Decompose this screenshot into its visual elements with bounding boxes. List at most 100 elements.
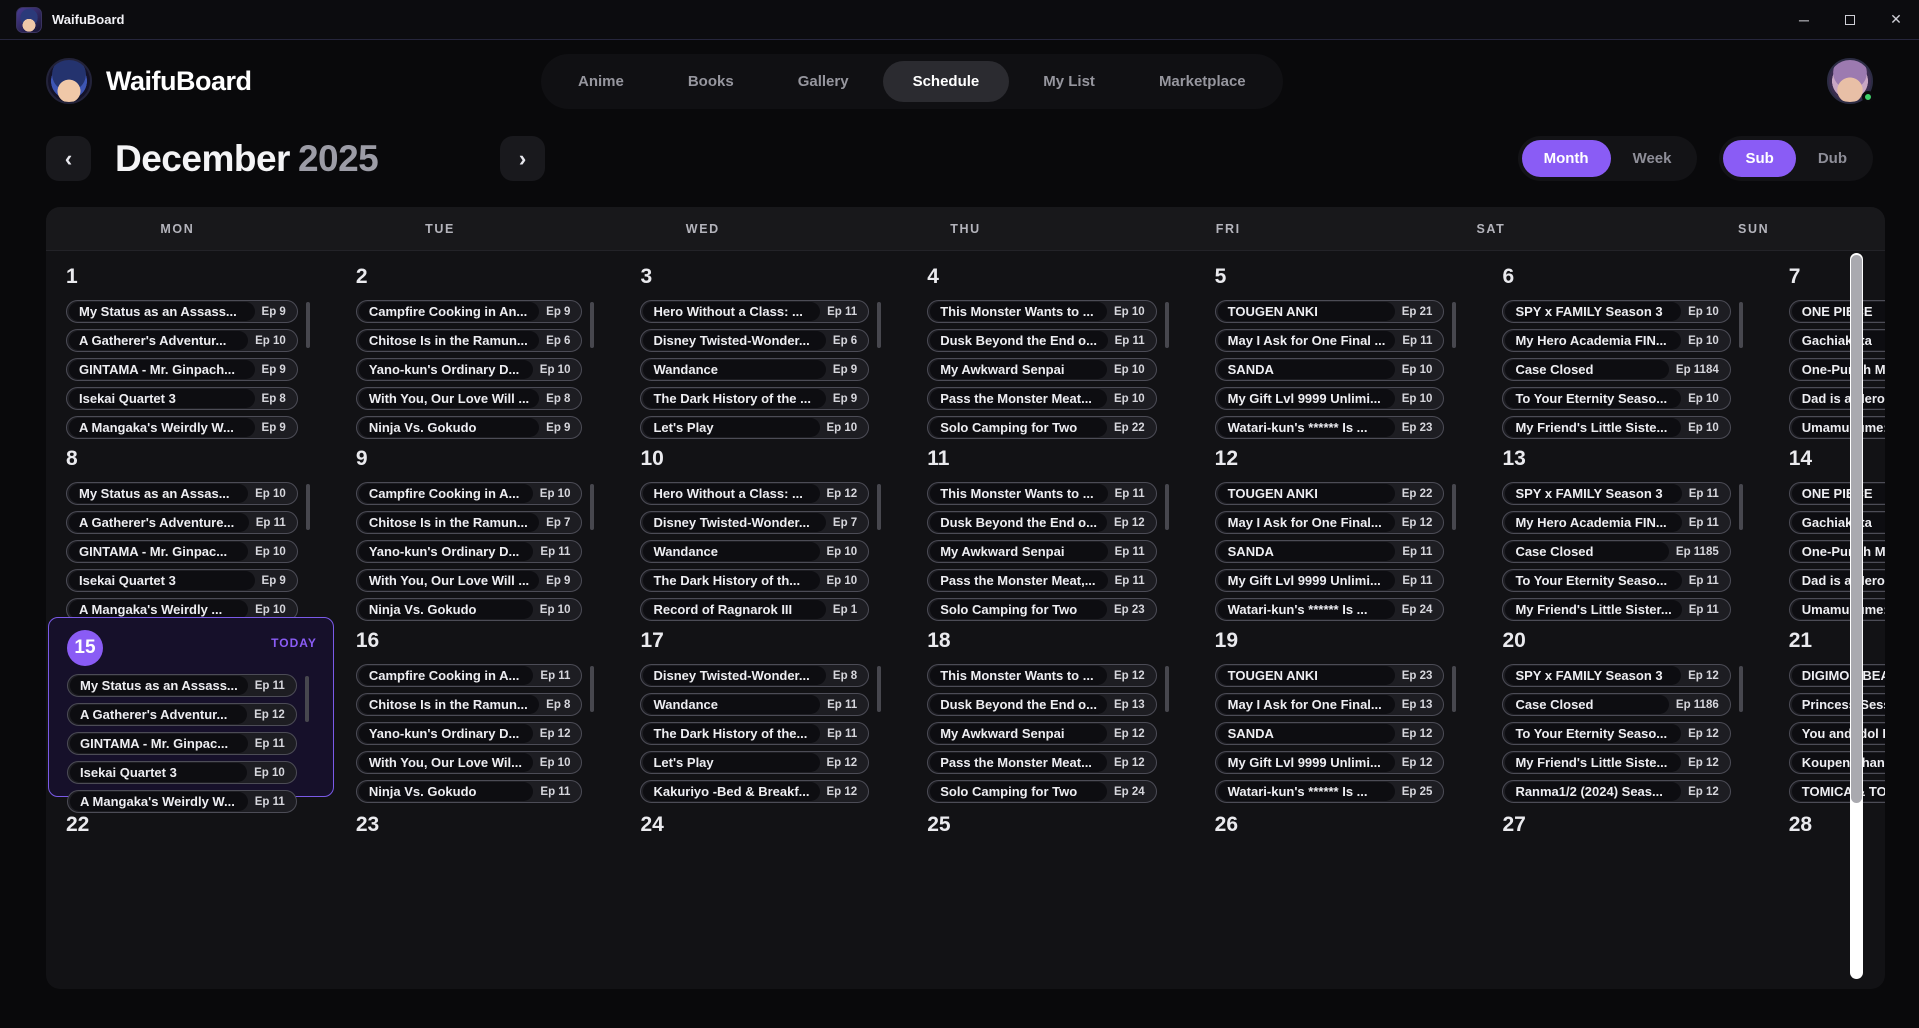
show-chip[interactable]: Case Closed Ep 1186	[1502, 693, 1730, 716]
show-chip[interactable]: Pass the Monster Meat... Ep 10	[927, 387, 1156, 410]
day-list-scrollbar[interactable]	[306, 484, 310, 530]
show-chip[interactable]: DIGIMON BEATBREAK Ep 12	[1789, 664, 1885, 687]
show-chip[interactable]: This Monster Wants to ... Ep 11	[927, 482, 1156, 505]
show-chip[interactable]: My Gift Lvl 9999 Unlimi... Ep 11	[1215, 569, 1445, 592]
show-chip[interactable]: My Awkward Senpai Ep 10	[927, 358, 1156, 381]
day-list-scrollbar[interactable]	[1739, 666, 1743, 712]
show-chip[interactable]: With You, Our Love Will ... Ep 9	[356, 569, 583, 592]
show-chip[interactable]: Hero Without a Class: ... Ep 11	[640, 300, 869, 323]
show-chip[interactable]: ONE PIECE Ep 1152	[1789, 300, 1885, 323]
view-week-button[interactable]: Week	[1611, 140, 1694, 177]
show-chip[interactable]: Yano-kun's Ordinary D... Ep 10	[356, 358, 583, 381]
calendar-scrollbar-thumb[interactable]	[1851, 255, 1862, 803]
show-chip[interactable]: Wandance Ep 10	[640, 540, 869, 563]
show-chip[interactable]: Isekai Quartet 3 Ep 8	[66, 387, 298, 410]
show-chip[interactable]: Case Closed Ep 1185	[1502, 540, 1730, 563]
day-list-scrollbar[interactable]	[1165, 302, 1169, 348]
show-chip[interactable]: May I Ask for One Final... Ep 12	[1215, 511, 1445, 534]
day-list-scrollbar[interactable]	[590, 484, 594, 530]
day-list-scrollbar[interactable]	[590, 302, 594, 348]
show-chip[interactable]: A Gatherer's Adventur... Ep 12	[67, 703, 297, 726]
show-chip[interactable]: One-Punch Man Seaso... Ep 10	[1789, 540, 1885, 563]
show-chip[interactable]: Pass the Monster Meat... Ep 12	[927, 751, 1156, 774]
show-chip[interactable]: This Monster Wants to ... Ep 12	[927, 664, 1156, 687]
show-chip[interactable]: Chitose Is in the Ramun... Ep 7	[356, 511, 583, 534]
show-chip[interactable]: TOUGEN ANKI Ep 21	[1215, 300, 1445, 323]
show-chip[interactable]: To Your Eternity Seaso... Ep 11	[1502, 569, 1730, 592]
show-chip[interactable]: Wandance Ep 11	[640, 693, 869, 716]
calendar-scrollbar[interactable]	[1850, 253, 1863, 979]
show-chip[interactable]: Wandance Ep 9	[640, 358, 869, 381]
show-chip[interactable]: With You, Our Love Will ... Ep 8	[356, 387, 583, 410]
show-chip[interactable]: My Status as an Assass... Ep 9	[66, 300, 298, 323]
view-month-button[interactable]: Month	[1522, 140, 1611, 177]
maximize-button[interactable]	[1827, 0, 1873, 40]
show-chip[interactable]: My Status as an Assas... Ep 10	[66, 482, 298, 505]
show-chip[interactable]: Pass the Monster Meat,... Ep 11	[927, 569, 1156, 592]
show-chip[interactable]: Isekai Quartet 3 Ep 10	[67, 761, 297, 784]
show-chip[interactable]: My Hero Academia FIN... Ep 11	[1502, 511, 1730, 534]
show-chip[interactable]: Chitose Is in the Ramun... Ep 6	[356, 329, 583, 352]
show-chip[interactable]: My Hero Academia FIN... Ep 10	[1502, 329, 1730, 352]
show-chip[interactable]: TOUGEN ANKI Ep 23	[1215, 664, 1445, 687]
show-chip[interactable]: SANDA Ep 12	[1215, 722, 1445, 745]
tab-books[interactable]: Books	[658, 61, 764, 102]
show-chip[interactable]: You and Idol Precure ♪ Ep 45	[1789, 722, 1885, 745]
show-chip[interactable]: The Dark History of the... Ep 11	[640, 722, 869, 745]
show-chip[interactable]: Case Closed Ep 1184	[1502, 358, 1730, 381]
show-chip[interactable]: This Monster Wants to ... Ep 10	[927, 300, 1156, 323]
show-chip[interactable]: Isekai Quartet 3 Ep 9	[66, 569, 298, 592]
day-list-scrollbar[interactable]	[1452, 484, 1456, 530]
show-chip[interactable]: My Status as an Assass... Ep 11	[67, 674, 297, 697]
day-list-scrollbar[interactable]	[1739, 484, 1743, 530]
show-chip[interactable]: To Your Eternity Seaso... Ep 12	[1502, 722, 1730, 745]
show-chip[interactable]: Campfire Cooking in An... Ep 9	[356, 300, 583, 323]
show-chip[interactable]: With You, Our Love Wil... Ep 10	[356, 751, 583, 774]
show-chip[interactable]: Dad is a Hero, Mom is ... Ep 10	[1789, 387, 1885, 410]
day-list-scrollbar[interactable]	[877, 666, 881, 712]
show-chip[interactable]: One-Punch Man Seaso... Ep 9	[1789, 358, 1885, 381]
show-chip[interactable]: May I Ask for One Final... Ep 13	[1215, 693, 1445, 716]
show-chip[interactable]: A Gatherer's Adventure... Ep 11	[66, 511, 298, 534]
day-list-scrollbar[interactable]	[877, 302, 881, 348]
show-chip[interactable]: Dusk Beyond the End o... Ep 13	[927, 693, 1156, 716]
day-list-scrollbar[interactable]	[590, 666, 594, 712]
show-chip[interactable]: GINTAMA - Mr. Ginpac... Ep 11	[67, 732, 297, 755]
day-list-scrollbar[interactable]	[1452, 302, 1456, 348]
show-chip[interactable]: GINTAMA - Mr. Ginpach... Ep 9	[66, 358, 298, 381]
tab-marketplace[interactable]: Marketplace	[1129, 61, 1276, 102]
day-list-scrollbar[interactable]	[1452, 666, 1456, 712]
show-chip[interactable]: SANDA Ep 11	[1215, 540, 1445, 563]
show-chip[interactable]: My Gift Lvl 9999 Unlimi... Ep 10	[1215, 387, 1445, 410]
show-chip[interactable]: Dusk Beyond the End o... Ep 12	[927, 511, 1156, 534]
audio-sub-button[interactable]: Sub	[1723, 140, 1795, 177]
tab-my-list[interactable]: My List	[1013, 61, 1125, 102]
show-chip[interactable]: The Dark History of the ... Ep 9	[640, 387, 869, 410]
minimize-button[interactable]: ─	[1781, 0, 1827, 40]
day-list-scrollbar[interactable]	[305, 676, 309, 722]
show-chip[interactable]: My Gift Lvl 9999 Unlimi... Ep 12	[1215, 751, 1445, 774]
day-list-scrollbar[interactable]	[1165, 484, 1169, 530]
show-chip[interactable]: SPY x FAMILY Season 3 Ep 10	[1502, 300, 1730, 323]
day-list-scrollbar[interactable]	[1165, 666, 1169, 712]
show-chip[interactable]: GINTAMA - Mr. Ginpac... Ep 10	[66, 540, 298, 563]
tab-schedule[interactable]: Schedule	[883, 61, 1010, 102]
show-chip[interactable]: My Awkward Senpai Ep 11	[927, 540, 1156, 563]
show-chip[interactable]: My Awkward Senpai Ep 12	[927, 722, 1156, 745]
audio-dub-button[interactable]: Dub	[1796, 140, 1869, 177]
show-chip[interactable]: Dad is a Hero, Mom is a... Ep 11	[1789, 569, 1885, 592]
show-chip[interactable]: My Friend's Little Siste... Ep 12	[1502, 751, 1730, 774]
show-chip[interactable]: Princess-Session Orc... Ep 36	[1789, 693, 1885, 716]
show-chip[interactable]: May I Ask for One Final ... Ep 11	[1215, 329, 1445, 352]
show-chip[interactable]: Dusk Beyond the End o... Ep 11	[927, 329, 1156, 352]
tab-anime[interactable]: Anime	[548, 61, 654, 102]
show-chip[interactable]: Gachiakuta Ep 23	[1789, 511, 1885, 534]
show-chip[interactable]: Disney Twisted-Wonder... Ep 6	[640, 329, 869, 352]
show-chip[interactable]: The Dark History of th... Ep 10	[640, 569, 869, 592]
show-chip[interactable]: Let's Play Ep 12	[640, 751, 869, 774]
day-list-scrollbar[interactable]	[306, 302, 310, 348]
prev-month-button[interactable]: ‹	[46, 136, 91, 181]
show-chip[interactable]: Yano-kun's Ordinary D... Ep 12	[356, 722, 583, 745]
show-chip[interactable]: SPY x FAMILY Season 3 Ep 12	[1502, 664, 1730, 687]
show-chip[interactable]: SPY x FAMILY Season 3 Ep 11	[1502, 482, 1730, 505]
